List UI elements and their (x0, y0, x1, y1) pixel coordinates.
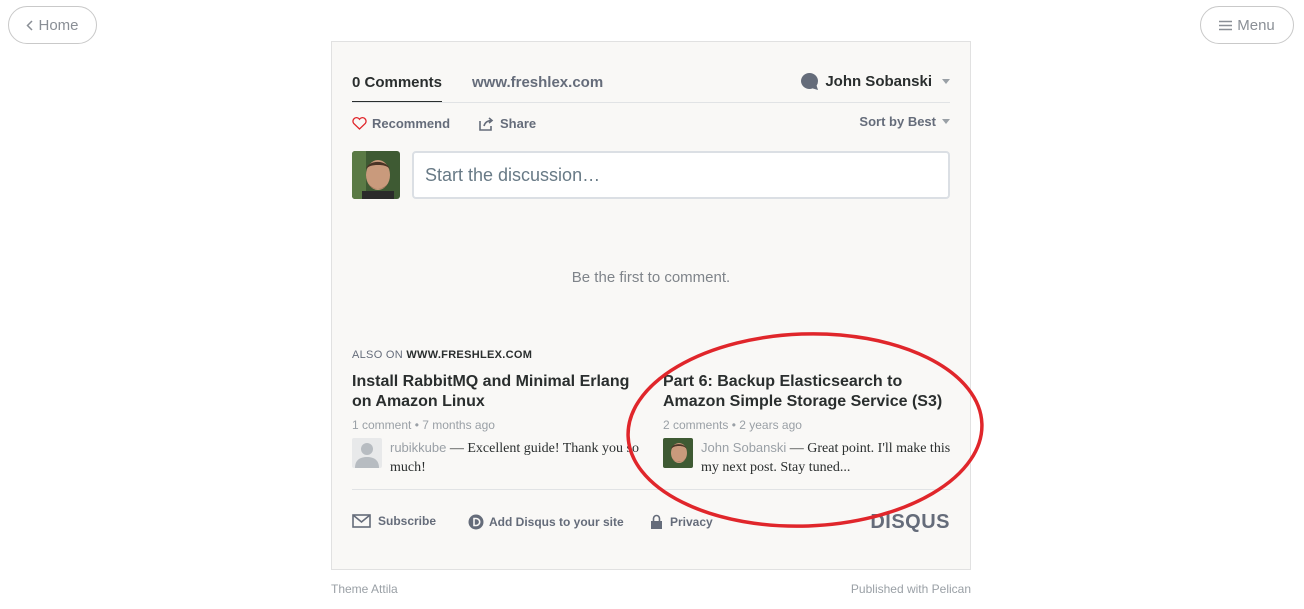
recommendation-comment: rubikkube — Excellent guide! Thank you s… (390, 438, 642, 477)
sort-label: Sort by Best (859, 114, 936, 129)
recommendation-meta: 2 comments • 2 years ago (663, 418, 802, 432)
comment-input-placeholder: Start the discussion… (425, 164, 601, 185)
subscribe-button[interactable]: Subscribe (352, 514, 436, 528)
add-disqus-label: Add Disqus to your site (489, 515, 624, 529)
share-icon (479, 116, 494, 131)
recommendation-title[interactable]: Part 6: Backup Elasticsearch to Amazon S… (663, 372, 953, 412)
comment-author[interactable]: John Sobanski (701, 440, 786, 455)
privacy-link[interactable]: Privacy (650, 514, 713, 530)
home-label: Home (38, 16, 79, 34)
user-name: John Sobanski (825, 73, 932, 90)
recommendation-item[interactable]: Part 6: Backup Elasticsearch to Amazon S… (663, 372, 953, 477)
comment-author[interactable]: rubikkube (390, 440, 446, 455)
share-label: Share (500, 116, 537, 131)
theme-credit[interactable]: Theme Attila (331, 582, 398, 596)
lock-icon (650, 514, 663, 530)
also-on-prefix: ALSO ON (352, 349, 404, 361)
sort-dropdown[interactable]: Sort by Best (859, 114, 950, 129)
also-on-heading: ALSO ON WWW.FRESHLEX.COM (352, 349, 532, 361)
avatar[interactable] (352, 151, 400, 199)
tabs-divider (352, 102, 950, 103)
avatar (352, 438, 382, 468)
disqus-thread: 0 Comments www.freshlex.com John Sobansk… (331, 41, 971, 570)
envelope-icon (352, 514, 371, 528)
empty-message: Be the first to comment. (571, 269, 731, 286)
tab-comments[interactable]: 0 Comments (352, 74, 442, 91)
menu-button[interactable]: Menu (1200, 6, 1294, 44)
user-menu[interactable]: John Sobanski (800, 72, 950, 91)
tab-site[interactable]: www.freshlex.com (472, 74, 603, 91)
speech-bubble-icon (800, 72, 819, 91)
hamburger-icon (1219, 20, 1233, 31)
share-button[interactable]: Share (479, 116, 536, 131)
recommend-button[interactable]: Recommend (352, 116, 450, 131)
subscribe-label: Subscribe (378, 514, 437, 528)
heart-icon (352, 117, 367, 130)
recommend-label: Recommend (372, 116, 451, 131)
privacy-label: Privacy (670, 515, 713, 529)
recommendation-meta: 1 comment • 7 months ago (352, 418, 495, 432)
menu-label: Menu (1237, 16, 1275, 34)
footer-divider (352, 489, 950, 490)
home-button[interactable]: Home (8, 6, 97, 44)
caret-down-icon (942, 119, 950, 124)
recommendation-comment: John Sobanski — Great point. I'll make t… (701, 438, 953, 477)
chevron-left-icon (26, 19, 34, 31)
caret-down-icon (942, 79, 950, 84)
also-on-site[interactable]: WWW.FRESHLEX.COM (406, 349, 532, 361)
disqus-d-icon (468, 514, 484, 530)
disqus-logo[interactable]: DISQUS (870, 511, 950, 534)
comment-input[interactable]: Start the discussion… (412, 151, 950, 199)
recommendation-title[interactable]: Install RabbitMQ and Minimal Erlang on A… (352, 372, 642, 412)
avatar (663, 438, 693, 468)
add-disqus-button[interactable]: Add Disqus to your site (468, 514, 624, 530)
recommendation-item[interactable]: Install RabbitMQ and Minimal Erlang on A… (352, 372, 642, 477)
published-credit[interactable]: Published with Pelican (851, 582, 971, 596)
